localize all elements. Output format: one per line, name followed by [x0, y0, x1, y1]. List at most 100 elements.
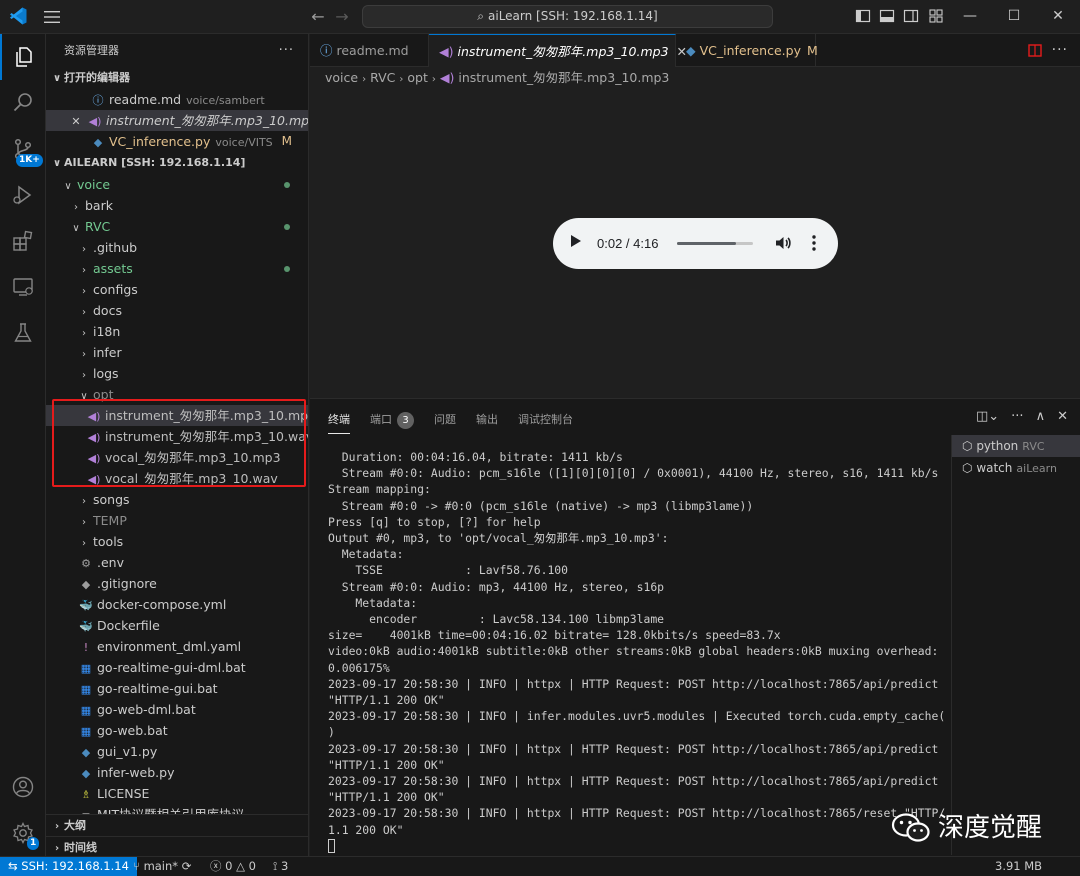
- explorer-sidebar: 资源管理器 ··· ∨ 打开的编辑器 ⓘ readme.md voice/samber…: [46, 34, 309, 856]
- breadcrumb-item[interactable]: RVC: [370, 70, 395, 85]
- menu-icon[interactable]: [42, 8, 62, 26]
- tree-folder[interactable]: › logs: [46, 363, 308, 384]
- tab-output[interactable]: 输出: [476, 409, 498, 431]
- tab-instrument-mp3[interactable]: ◀) instrument_匆匆那年.mp3_10.mp3 ✕: [429, 34, 687, 67]
- back-arrow-icon[interactable]: ←: [308, 7, 328, 27]
- open-editor-item-active[interactable]: ✕ ◀) instrument_匆匆那年.mp3_10.mp3: [46, 110, 308, 131]
- tree-file[interactable]: ◆ infer-web.py: [46, 762, 308, 783]
- accounts-activity[interactable]: [0, 764, 46, 810]
- maximize-panel-icon[interactable]: ∧: [1036, 409, 1046, 424]
- terminal-item-python[interactable]: ⬡ python RVC: [952, 435, 1080, 457]
- tree-file[interactable]: ◀) instrument_匆匆那年.mp3_10.mp3: [46, 405, 308, 426]
- tree-file[interactable]: ! environment_dml.yaml: [46, 636, 308, 657]
- tree-file[interactable]: ◆ .gitignore: [46, 573, 308, 594]
- customize-layout-icon[interactable]: [928, 8, 944, 24]
- outline-section[interactable]: › 大纲: [46, 814, 308, 836]
- tree-file[interactable]: ◆ gui_v1.py: [46, 741, 308, 762]
- more-actions-icon[interactable]: ···: [1011, 409, 1023, 424]
- split-terminal-icon[interactable]: ◫⌄: [976, 409, 999, 424]
- tab-debug-console[interactable]: 调试控制台: [518, 409, 573, 431]
- search-activity[interactable]: [0, 80, 46, 126]
- terminal-item-watch[interactable]: ⬡ watch aiLearn: [952, 457, 1080, 479]
- tree-file[interactable]: ▦ go-web.bat: [46, 720, 308, 741]
- problems-indicator[interactable]: ⓧ 0 △ 0: [210, 857, 256, 876]
- branch-indicator[interactable]: ⑂ main* ⟳: [133, 857, 191, 876]
- remote-indicator[interactable]: ⇆ SSH: 192.168.1.14: [0, 857, 137, 876]
- more-options-icon[interactable]: [811, 234, 817, 252]
- tree-folder[interactable]: › configs: [46, 279, 308, 300]
- tree-file[interactable]: ▦ go-realtime-gui-dml.bat: [46, 657, 308, 678]
- close-panel-icon[interactable]: ✕: [1057, 409, 1068, 424]
- forward-arrow-icon[interactable]: →: [332, 7, 352, 27]
- tree-folder[interactable]: › songs: [46, 489, 308, 510]
- tree-folder[interactable]: ∨ opt: [46, 384, 308, 405]
- command-center-search[interactable]: ⌕ aiLearn [SSH: 192.168.1.14]: [362, 5, 773, 28]
- tree-folder[interactable]: › bark: [46, 195, 308, 216]
- tab-problems[interactable]: 问题: [434, 409, 456, 431]
- tree-folder[interactable]: › infer: [46, 342, 308, 363]
- tree-folder[interactable]: ∨ RVC: [46, 216, 308, 237]
- close-window-icon[interactable]: ✕: [1044, 5, 1072, 27]
- minimize-icon[interactable]: —: [956, 5, 984, 27]
- toggle-primary-sidebar-icon[interactable]: [855, 8, 871, 24]
- wechat-icon: [891, 813, 930, 842]
- vscode-logo-icon: [10, 7, 27, 25]
- tab-ports[interactable]: 端口 3: [370, 409, 414, 431]
- terminal-output[interactable]: Duration: 00:04:16.04, bitrate: 1411 kb/…: [328, 449, 948, 854]
- python-icon: ◆: [81, 746, 91, 759]
- tab-readme[interactable]: ⓘ readme.md: [310, 34, 429, 67]
- ports-indicator[interactable]: ⟟ 3: [273, 857, 288, 876]
- source-control-activity[interactable]: 1K+: [0, 126, 46, 172]
- account-icon: [12, 776, 34, 798]
- run-debug-activity[interactable]: [0, 172, 46, 218]
- tree-file[interactable]: ◀) vocal_匆匆那年.mp3_10.mp3: [46, 447, 308, 468]
- split-editor-icon[interactable]: [1028, 44, 1042, 57]
- tree-folder[interactable]: › tools: [46, 531, 308, 552]
- open-editor-item[interactable]: ⓘ readme.md voice/sambert: [46, 89, 308, 110]
- tree-item-label: configs: [93, 282, 138, 297]
- workspace-section[interactable]: ∨ AILEARN [SSH: 192.168.1.14]: [46, 152, 308, 174]
- more-actions-icon[interactable]: ···: [279, 34, 294, 67]
- open-editors-section[interactable]: ∨ 打开的编辑器: [46, 67, 308, 89]
- breadcrumb-item[interactable]: voice: [325, 70, 358, 85]
- terminal-desc: RVC: [1022, 440, 1045, 453]
- testing-activity[interactable]: [0, 310, 46, 356]
- audio-seek-bar[interactable]: [677, 242, 753, 245]
- tree-folder[interactable]: › .github: [46, 237, 308, 258]
- tab-vc-inference[interactable]: ◆ VC_inference.py M: [676, 34, 818, 67]
- tab-terminal[interactable]: 终端: [328, 409, 350, 434]
- tree-file[interactable]: 🐳 docker-compose.yml: [46, 594, 308, 615]
- tree-file[interactable]: ◀) vocal_匆匆那年.mp3_10.wav: [46, 468, 308, 489]
- tree-folder[interactable]: › assets: [46, 258, 308, 279]
- tree-file[interactable]: ⚙ .env: [46, 552, 308, 573]
- play-icon[interactable]: [571, 235, 581, 247]
- tree-folder[interactable]: › docs: [46, 300, 308, 321]
- remote-explorer-activity[interactable]: [0, 264, 46, 310]
- timeline-section[interactable]: › 时间线: [46, 836, 308, 856]
- breadcrumb-item[interactable]: instrument_匆匆那年.mp3_10.mp3: [458, 70, 669, 85]
- breadcrumb-item[interactable]: opt: [407, 70, 427, 85]
- tree-file[interactable]: ▦ go-realtime-gui.bat: [46, 678, 308, 699]
- tree-file[interactable]: 🐳 Dockerfile: [46, 615, 308, 636]
- git-status-dot: [284, 266, 290, 272]
- tree-file[interactable]: ◀) instrument_匆匆那年.mp3_10.wav: [46, 426, 308, 447]
- toggle-secondary-sidebar-icon[interactable]: [903, 8, 919, 24]
- tree-item-label: go-web.bat: [97, 723, 168, 738]
- volume-icon[interactable]: [774, 234, 792, 252]
- explorer-activity[interactable]: [0, 34, 46, 80]
- maximize-icon[interactable]: ☐: [1000, 5, 1028, 27]
- tree-file[interactable]: ▦ go-web-dml.bat: [46, 699, 308, 720]
- more-actions-icon[interactable]: ···: [1052, 42, 1068, 58]
- extensions-activity[interactable]: [0, 218, 46, 264]
- toggle-panel-icon[interactable]: [879, 8, 895, 24]
- close-editor-icon[interactable]: ✕: [68, 111, 84, 131]
- open-editor-item[interactable]: ◆ VC_inference.py voice/VITS M: [46, 131, 308, 152]
- tree-folder[interactable]: › TEMP: [46, 510, 308, 531]
- tree-file[interactable]: ♗ LICENSE: [46, 783, 308, 804]
- chevron-right-icon: ›: [54, 843, 60, 854]
- tree-folder[interactable]: ∨ voice: [46, 174, 308, 195]
- manage-activity[interactable]: 1: [0, 810, 46, 856]
- tree-item-label: bark: [85, 198, 113, 213]
- tree-folder[interactable]: › i18n: [46, 321, 308, 342]
- terminal-line: Stream mapping:: [328, 482, 431, 497]
